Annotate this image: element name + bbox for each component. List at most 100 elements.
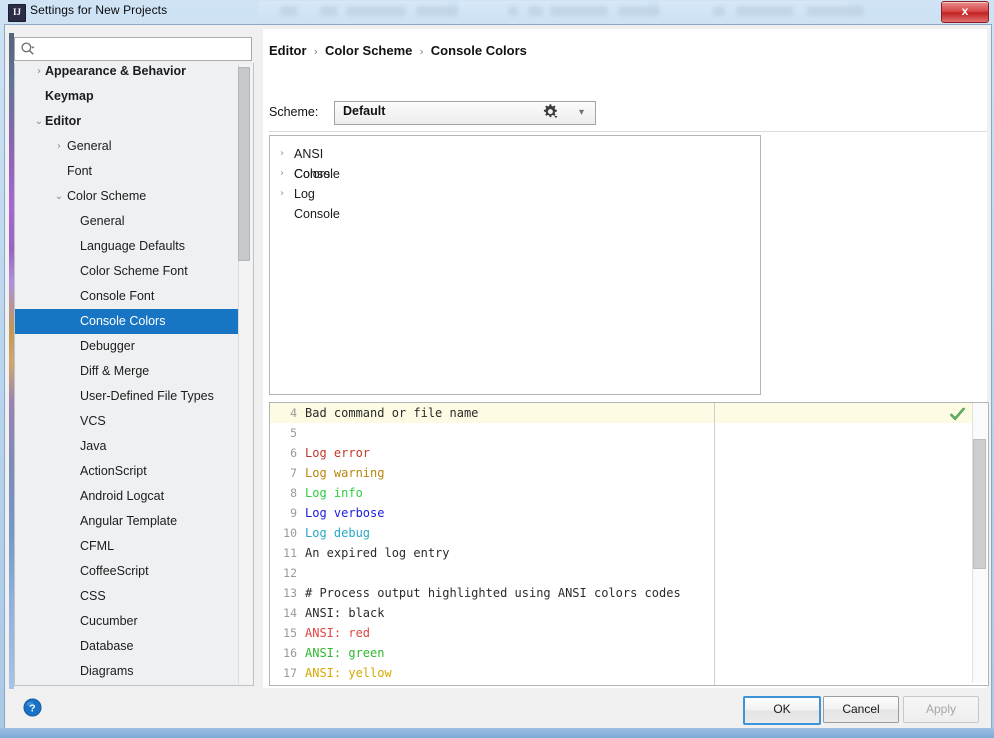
line-text: Log error (305, 443, 370, 463)
color-categories-tree[interactable]: › ANSI Colors › Console › Log Console (269, 135, 761, 395)
preview-line: 13 # Process output highlighted using ANS… (270, 583, 988, 603)
code-token: Log error (305, 446, 371, 460)
chevron-right-icon[interactable]: › (33, 63, 45, 84)
sidebar-item-java[interactable]: Java (15, 434, 239, 459)
help-icon[interactable]: ? (23, 698, 42, 717)
scheme-selected-value: Default (343, 104, 386, 118)
breadcrumb-part[interactable]: Color Scheme (325, 43, 412, 58)
line-text: ANSI: yellow (305, 663, 392, 683)
chevron-right-icon[interactable]: › (276, 164, 288, 184)
sidebar-item-label: VCS (80, 414, 106, 428)
sidebar-scrollbar-thumb[interactable] (238, 67, 250, 261)
preview-line: 16 ANSI: green (270, 643, 988, 663)
search-box[interactable] (14, 37, 252, 61)
sidebar-scrollbar[interactable] (238, 64, 252, 684)
sidebar-item-font[interactable]: Font (15, 159, 239, 184)
application-window: IJ Settings for New Projects x › Appeara… (0, 0, 994, 738)
preview-scrollbar[interactable] (972, 403, 988, 683)
sidebar-item-color-scheme[interactable]: ⌄ Color Scheme (15, 184, 239, 209)
sidebar-item-general[interactable]: › General (15, 134, 239, 159)
sidebar-item-angular-template[interactable]: Angular Template (15, 509, 239, 534)
gear-icon[interactable] (540, 102, 560, 122)
sidebar-item-label: Color Scheme (67, 189, 147, 203)
sidebar-item-language-defaults[interactable]: Language Defaults (15, 234, 239, 259)
sidebar-item-cfml[interactable]: CFML (15, 534, 239, 559)
app-icon: IJ (8, 4, 26, 22)
sidebar-item-label: Language Defaults (80, 239, 185, 253)
line-number: 12 (283, 566, 297, 580)
search-input[interactable] (39, 39, 249, 60)
sidebar-item-label: Console Colors (80, 314, 166, 328)
code-token: ANSI: red (305, 626, 371, 640)
cancel-button[interactable]: Cancel (823, 696, 899, 723)
chevron-right-icon[interactable]: › (276, 144, 288, 164)
sidebar-item-diff-merge[interactable]: Diff & Merge (15, 359, 239, 384)
sidebar-item-label: Appearance & Behavior (45, 64, 187, 78)
line-number: 16 (283, 646, 297, 660)
settings-tree-scroll: › Appearance & Behavior Keymap ⌄ Editor › Gene… (14, 63, 254, 686)
preview-code[interactable]: 4 Bad command or file name 5 6 Log error 7 Log… (270, 403, 988, 685)
sidebar-item-label: Java (80, 439, 107, 453)
preview-line: 18 ANSI: blue (270, 683, 988, 685)
preview-scrollbar-thumb[interactable] (973, 439, 986, 569)
background-window-tabs (258, 0, 898, 24)
code-token: An expired log entry (305, 546, 450, 560)
sidebar-item-console-font[interactable]: Console Font (15, 284, 239, 309)
preview-vertical-divider (714, 403, 715, 685)
sidebar-item-database[interactable]: Database (15, 634, 239, 659)
sidebar-item-console-colors[interactable]: Console Colors (15, 309, 239, 334)
chevron-right-icon[interactable]: › (53, 134, 65, 159)
preview-line: 12 (270, 563, 988, 583)
preview-pane: 4 Bad command or file name 5 6 Log error 7 Log… (269, 402, 989, 686)
code-token: Bad command or file name (305, 406, 479, 420)
code-token: ANSI: yellow (305, 666, 392, 680)
sidebar-item-label: Keymap (45, 89, 94, 103)
settings-sidebar: › Appearance & Behavior Keymap ⌄ Editor › Gene… (9, 29, 261, 692)
code-token: Log info (305, 486, 363, 500)
sidebar-item-label: CFML (80, 539, 115, 553)
line-text: Log warning (305, 463, 384, 483)
chevron-right-icon[interactable]: › (276, 184, 288, 204)
sidebar-item-diagrams[interactable]: Diagrams (15, 659, 239, 684)
line-text: Bad command or file name (305, 403, 478, 423)
ok-button[interactable]: OK (743, 696, 821, 725)
preview-line: 6 Log error (270, 443, 988, 463)
breadcrumb-part[interactable]: Console Colors (431, 43, 527, 58)
sidebar-item-debugger[interactable]: Debugger (15, 334, 239, 359)
line-text: Log debug (305, 523, 370, 543)
sidebar-item-general[interactable]: General (15, 209, 239, 234)
settings-dialog: › Appearance & Behavior Keymap ⌄ Editor › Gene… (4, 24, 992, 730)
sidebar-item-coffeescript[interactable]: CoffeeScript (15, 559, 239, 584)
sidebar-item-label: CSS (80, 589, 106, 603)
sidebar-item-label: Angular Template (80, 514, 178, 528)
sidebar-item-android-logcat[interactable]: Android Logcat (15, 484, 239, 509)
sidebar-item-css[interactable]: CSS (15, 584, 239, 609)
sidebar-item-user-defined-file-types[interactable]: User-Defined File Types (15, 384, 239, 409)
sidebar-item-vcs[interactable]: VCS (15, 409, 239, 434)
sidebar-item-label: Debugger (80, 339, 135, 353)
line-text: ANSI: black (305, 603, 384, 623)
sidebar-item-cucumber[interactable]: Cucumber (15, 609, 239, 634)
sidebar-item-appearance-behavior[interactable]: › Appearance & Behavior (15, 63, 239, 84)
color-category-label: Console (294, 167, 340, 181)
line-number: 6 (290, 446, 297, 460)
breadcrumb-part[interactable]: Editor (269, 43, 307, 58)
sidebar-item-label: Color Scheme Font (80, 264, 188, 278)
preview-line: 14 ANSI: black (270, 603, 988, 623)
chevron-down-icon[interactable]: ⌄ (53, 184, 65, 209)
preview-line: 15 ANSI: red (270, 623, 988, 643)
chevron-down-icon[interactable]: ⌄ (33, 109, 45, 134)
line-number: 15 (283, 626, 297, 640)
preview-line: 11 An expired log entry (270, 543, 988, 563)
sidebar-item-actionscript[interactable]: ActionScript (15, 459, 239, 484)
apply-button: Apply (903, 696, 979, 723)
preview-line: 9 Log verbose (270, 503, 988, 523)
sidebar-item-color-scheme-font[interactable]: Color Scheme Font (15, 259, 239, 284)
sidebar-item-label: General (80, 214, 125, 228)
close-icon[interactable]: x (941, 1, 989, 23)
sidebar-item-label: Console Font (80, 289, 155, 303)
sidebar-item-editor[interactable]: ⌄ Editor (15, 109, 239, 134)
window-title: Settings for New Projects (30, 3, 168, 17)
sidebar-item-keymap[interactable]: Keymap (15, 84, 239, 109)
color-category-label: Log Console (294, 187, 340, 221)
